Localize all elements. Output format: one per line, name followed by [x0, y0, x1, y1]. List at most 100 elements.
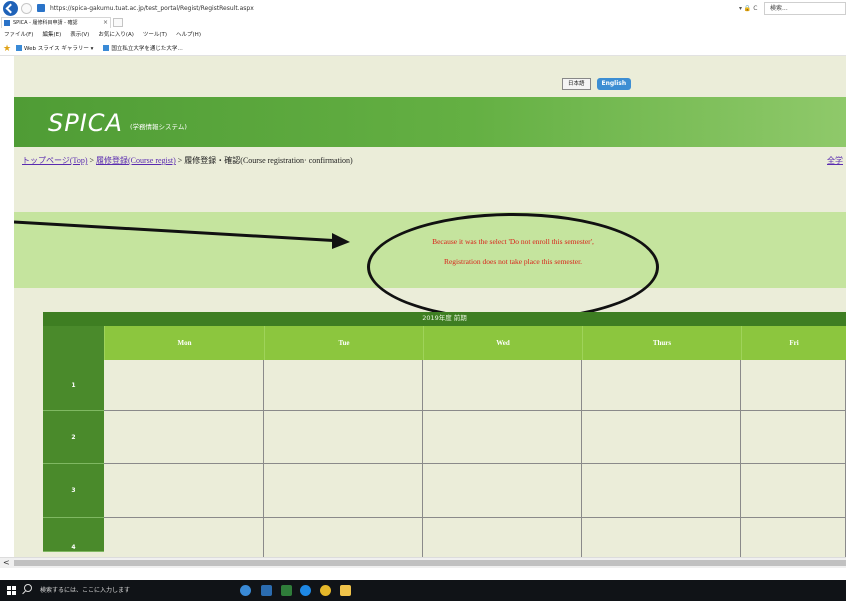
timetable-cell[interactable] [741, 464, 846, 518]
timetable-day-wed: Wed [423, 326, 582, 360]
timetable-title: 2019年度 前期 [422, 314, 467, 322]
timetable-row: 4 [43, 518, 846, 558]
favorite-link-label: 国立私立大学を通じた大学… [111, 46, 183, 52]
browser-menu-bar: ファイル(F) 編集(E) 表示(V) お気に入り(A) ツール(T) ヘルプ(… [0, 28, 846, 42]
timetable-cell[interactable] [423, 411, 582, 464]
web-page: 日本語 English SPICA (学務情報システム) トップページ(Top)… [14, 56, 846, 558]
timetable-row: 3 [43, 464, 846, 518]
timetable-cell[interactable] [741, 411, 846, 464]
site-favicon-icon [37, 4, 45, 12]
timetable-cell[interactable] [104, 518, 264, 558]
back-button[interactable] [3, 1, 18, 16]
favorites-bar: ★ Web スライス ギャラリー ▾ 国立私立大学を通じた大学… [0, 42, 846, 56]
windows-taskbar: 検索するには、ここに入力します [0, 580, 846, 601]
timetable-cell[interactable] [423, 518, 582, 558]
menu-list: ファイル(F) 編集(E) 表示(V) お気に入り(A) ツール(T) ヘルプ(… [4, 28, 201, 42]
menu-file[interactable]: ファイル(F) [4, 28, 33, 42]
browser-search-placeholder: 検索... [770, 5, 788, 12]
refresh-controls[interactable]: ▾ 🔒 C [739, 3, 758, 14]
timetable-title-bar: 2019年度 前期 [43, 312, 846, 326]
scroll-left-arrow-icon[interactable]: < [3, 558, 10, 568]
edge-browser-icon[interactable] [300, 585, 311, 596]
menu-favorites[interactable]: お気に入り(A) [98, 28, 134, 42]
horizontal-scrollbar[interactable]: < [0, 557, 846, 568]
screenshot-root: https://spica-gakumu.tuat.ac.jp/test_por… [0, 0, 846, 601]
timetable-cell[interactable] [582, 518, 741, 558]
taskbar-search-input[interactable]: 検索するには、ここに入力します [40, 580, 130, 601]
highlight-ellipse [367, 213, 659, 321]
timetable-header-row: Mon Tue Wed Thurs Fri [104, 326, 846, 360]
language-switcher: 日本語 English [562, 78, 632, 90]
timetable-cell[interactable] [741, 518, 846, 558]
menu-view[interactable]: 表示(V) [70, 28, 89, 42]
timetable-cell[interactable] [423, 464, 582, 518]
start-logo-pane [12, 586, 16, 590]
browser-tab[interactable]: SPICA - 履修科目申請 - 確認 × [1, 17, 111, 28]
start-logo-pane [7, 586, 11, 590]
breadcrumb: トップページ(Top) > 履修登録(Course regist) > 履修登録… [22, 156, 353, 166]
browser-address-bar: https://spica-gakumu.tuat.ac.jp/test_por… [0, 0, 846, 17]
timetable-day-mon: Mon [104, 326, 264, 360]
breadcrumb-top-link[interactable]: トップページ(Top) [22, 156, 88, 165]
menu-edit[interactable]: 編集(E) [42, 28, 61, 42]
spreadsheet-app-icon[interactable] [281, 585, 292, 596]
timetable-cell[interactable] [264, 464, 423, 518]
breadcrumb-current: 履修登録・確認(Course registration· confirmatio… [184, 156, 353, 165]
period-label: 1 [43, 360, 104, 411]
start-logo-pane [12, 591, 16, 595]
tab-close-icon[interactable]: × [103, 18, 108, 28]
timetable: 2019年度 前期 Mon Tue Wed Thurs Fri 1 2 3 4 [43, 312, 846, 558]
favorites-star-icon[interactable]: ★ [3, 43, 11, 55]
taskbar-search-icon[interactable] [24, 584, 32, 592]
forward-button[interactable] [21, 3, 32, 14]
timetable-cell[interactable] [582, 464, 741, 518]
spica-logo[interactable]: SPICA [48, 110, 123, 136]
favorite-link-web-slice[interactable]: Web スライス ギャラリー ▾ [16, 42, 93, 56]
timetable-cell[interactable] [582, 411, 741, 464]
timetable-cell[interactable] [741, 360, 846, 411]
timetable-cell[interactable] [104, 411, 264, 464]
start-logo-pane [7, 591, 11, 595]
site-banner: SPICA (学務情報システム) [14, 97, 846, 147]
annotation-arrow [14, 220, 350, 249]
browser-search-input[interactable]: 検索... [764, 2, 846, 15]
taskbar-app-icon[interactable] [261, 585, 272, 596]
timetable-cell[interactable] [104, 464, 264, 518]
tab-favicon-icon [4, 20, 10, 26]
breadcrumb-course-regist-link[interactable]: 履修登録(Course regist) [96, 156, 176, 165]
scrollbar-thumb[interactable] [14, 560, 846, 566]
chrome-browser-icon[interactable] [320, 585, 331, 596]
english-button[interactable]: English [596, 78, 632, 90]
logo-subtitle: (学務情報システム) [130, 123, 187, 131]
windows-start-icon[interactable] [7, 586, 17, 596]
url-text: https://spica-gakumu.tuat.ac.jp/test_por… [50, 5, 254, 12]
timetable-cell[interactable] [264, 360, 423, 411]
timetable-row: 2 [43, 411, 846, 464]
url-field[interactable]: https://spica-gakumu.tuat.ac.jp/test_por… [36, 3, 726, 15]
timetable-day-tue: Tue [264, 326, 423, 360]
timetable-cell[interactable] [264, 518, 423, 558]
timetable-row: 1 [43, 360, 846, 411]
task-view-icon[interactable] [240, 585, 251, 596]
timetable-cell[interactable] [423, 360, 582, 411]
page-icon [103, 45, 110, 51]
file-explorer-icon[interactable] [340, 585, 351, 596]
breadcrumb-right-link[interactable]: 全学 [827, 156, 843, 166]
favorite-link-university[interactable]: 国立私立大学を通じた大学… [103, 42, 183, 56]
tab-title: SPICA - 履修科目申請 - 確認 [13, 20, 78, 26]
timetable-day-thurs: Thurs [582, 326, 741, 360]
breadcrumb-separator: > [87, 156, 97, 165]
menu-help[interactable]: ヘルプ(H) [176, 28, 201, 42]
japanese-button[interactable]: 日本語 [562, 78, 591, 90]
new-tab-button[interactable] [113, 18, 123, 27]
favorites-list: Web スライス ギャラリー ▾ 国立私立大学を通じた大学… [16, 42, 183, 56]
menu-tools[interactable]: ツール(T) [143, 28, 167, 42]
web-slice-icon [16, 45, 22, 51]
timetable-cell[interactable] [264, 411, 423, 464]
timetable-corner-cell [43, 326, 104, 360]
period-label: 2 [43, 411, 104, 464]
timetable-cell[interactable] [104, 360, 264, 411]
period-label: 4 [43, 518, 104, 552]
timetable-cell[interactable] [582, 360, 741, 411]
favorite-link-label: Web スライス ギャラリー ▾ [24, 46, 94, 52]
